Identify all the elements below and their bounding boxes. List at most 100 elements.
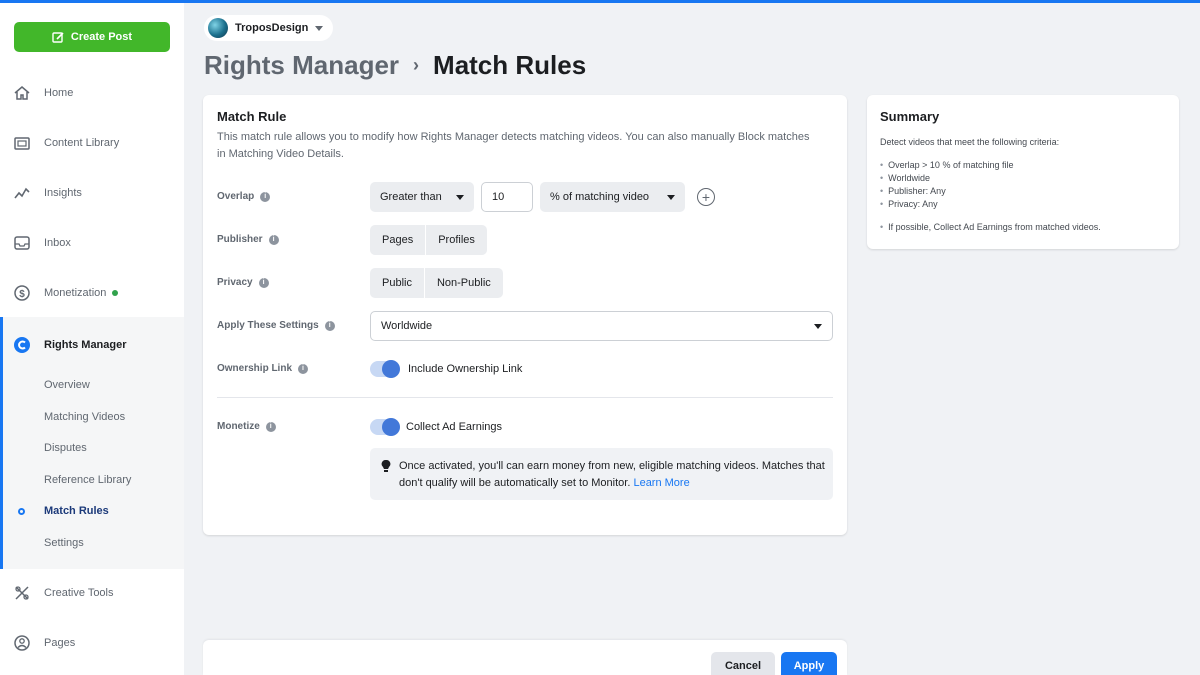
create-post-label: Create Post (70, 31, 133, 43)
info-icon[interactable]: i (268, 234, 279, 245)
learn-more-link[interactable]: Learn More (633, 477, 689, 489)
publisher-option-profiles[interactable]: Profiles (425, 225, 487, 255)
pages-icon (12, 633, 32, 653)
sidebar-subitem-matching-videos[interactable]: Matching Videos (3, 404, 184, 430)
info-icon[interactable]: i (298, 363, 309, 374)
content-library-icon (12, 133, 32, 153)
insights-icon (12, 183, 32, 203)
add-condition-icon[interactable]: + (697, 188, 715, 206)
overlap-label: Overlap i (217, 191, 271, 202)
monetize-notice: Once activated, you'll can earn money fr… (370, 448, 833, 500)
sidebar-subitem-overview[interactable]: Overview (3, 372, 184, 398)
privacy-label: Privacy i (217, 277, 269, 288)
sidebar-item-label: Creative Tools (44, 587, 114, 599)
row-label-text: Ownership Link (217, 363, 293, 374)
edit-icon (52, 31, 65, 44)
sidebar-item-inbox[interactable]: Inbox (0, 223, 184, 263)
breadcrumb: Rights Manager › Match Rules (204, 48, 586, 82)
overlap-operator-dropdown[interactable]: Greater than (370, 182, 474, 212)
summary-criterion: Worldwide (880, 172, 1013, 185)
row-label-text: Publisher (217, 234, 263, 245)
publisher-option-pages[interactable]: Pages (370, 225, 426, 255)
apply-button[interactable]: Apply (781, 652, 837, 675)
select-value: Worldwide (381, 320, 433, 332)
subitem-label: Matching Videos (44, 411, 126, 423)
summary-criterion: Privacy: Any (880, 198, 1013, 211)
sidebar-item-label: Content Library (44, 137, 120, 149)
sidebar-item-creative-tools[interactable]: Creative Tools (0, 573, 184, 613)
toggle-knob (382, 360, 400, 378)
dropdown-value: Greater than (380, 191, 442, 203)
sidebar-item-home[interactable]: Home (0, 73, 184, 113)
collect-ad-earnings-toggle[interactable] (370, 418, 400, 436)
info-icon[interactable]: i (258, 277, 269, 288)
active-indicator (18, 508, 25, 515)
page-switcher[interactable]: TroposDesign (204, 15, 334, 41)
row-label-text: Apply These Settings (217, 320, 319, 331)
inbox-icon (12, 233, 32, 253)
sidebar-item-rights-manager[interactable]: Rights Manager (3, 325, 184, 365)
row-label-text: Privacy (217, 277, 253, 288)
sidebar: Create Post Home Content Library Insight… (0, 3, 184, 675)
sidebar-subitem-match-rules[interactable]: Match Rules (3, 498, 184, 524)
notice-text: Once activated, you'll can earn money fr… (399, 458, 829, 492)
sidebar-item-monetization[interactable]: $ Monetization (0, 273, 184, 313)
sidebar-item-pages[interactable]: Pages (0, 623, 184, 663)
dollar-icon: $ (12, 283, 32, 303)
sidebar-subitem-reference-library[interactable]: Reference Library (3, 467, 184, 493)
row-label-text: Overlap (217, 191, 255, 202)
apply-settings-label: Apply These Settings i (217, 320, 335, 331)
overlap-unit-dropdown[interactable]: % of matching video (540, 182, 685, 212)
summary-title: Summary (880, 109, 940, 124)
ownership-link-label: Ownership Link i (217, 363, 309, 374)
rights-manager-icon (12, 335, 32, 355)
subitem-label: Disputes (44, 442, 87, 454)
sidebar-item-label: Pages (44, 637, 76, 649)
card-title: Match Rule (217, 109, 287, 124)
ownership-link-toggle[interactable] (370, 360, 400, 378)
page-name: TroposDesign (235, 22, 309, 34)
region-select[interactable]: Worldwide (370, 311, 833, 341)
chevron-down-icon (814, 323, 822, 329)
privacy-option-non-public[interactable]: Non-Public (423, 268, 503, 298)
avatar (208, 18, 228, 38)
status-dot (112, 290, 119, 296)
privacy-segmented-control: Public Non-Public (370, 268, 503, 298)
dropdown-value: % of matching video (550, 191, 650, 203)
info-icon[interactable]: i (265, 421, 276, 432)
info-icon[interactable]: i (324, 320, 335, 331)
subitem-label: Overview (44, 379, 90, 391)
summary-card: Summary Detect videos that meet the foll… (867, 95, 1179, 249)
toggle-knob (382, 418, 400, 436)
overlap-value-input[interactable]: 10 (481, 182, 533, 212)
summary-intro: Detect videos that meet the following cr… (880, 137, 1060, 147)
monetize-label: Monetize i (217, 421, 276, 432)
sidebar-subitem-disputes[interactable]: Disputes (3, 435, 184, 461)
info-icon[interactable]: i (260, 191, 271, 202)
sidebar-subitem-settings[interactable]: Settings (3, 530, 184, 556)
breadcrumb-parent-link[interactable]: Rights Manager (204, 50, 399, 81)
sidebar-item-label: Insights (44, 187, 82, 199)
sidebar-item-content-library[interactable]: Content Library (0, 123, 184, 163)
row-label-text: Monetize (217, 421, 260, 432)
card-description: This match rule allows you to modify how… (217, 131, 810, 160)
home-icon (12, 83, 32, 103)
summary-criteria-list: Overlap > 10 % of matching file Worldwid… (880, 159, 1013, 211)
footer-action-bar: Cancel Apply (203, 640, 847, 675)
privacy-option-public[interactable]: Public (370, 268, 424, 298)
summary-criterion: Overlap > 10 % of matching file (880, 159, 1013, 172)
sidebar-item-label: Home (44, 87, 74, 99)
subitem-label: Settings (44, 537, 84, 549)
subitem-label: Match Rules (44, 505, 109, 517)
summary-criterion: Publisher: Any (880, 185, 1013, 198)
create-post-button[interactable]: Create Post (14, 22, 170, 52)
match-rule-card: Match Rule This match rule allows you to… (203, 95, 847, 535)
cancel-button[interactable]: Cancel (711, 652, 775, 675)
lightbulb-icon (381, 459, 391, 473)
sidebar-item-insights[interactable]: Insights (0, 173, 184, 213)
chevron-down-icon (667, 194, 675, 200)
chevron-down-icon (456, 194, 464, 200)
sidebar-item-label: Monetization (44, 287, 107, 299)
page-title: Match Rules (433, 49, 587, 80)
chevron-down-icon (315, 25, 324, 31)
